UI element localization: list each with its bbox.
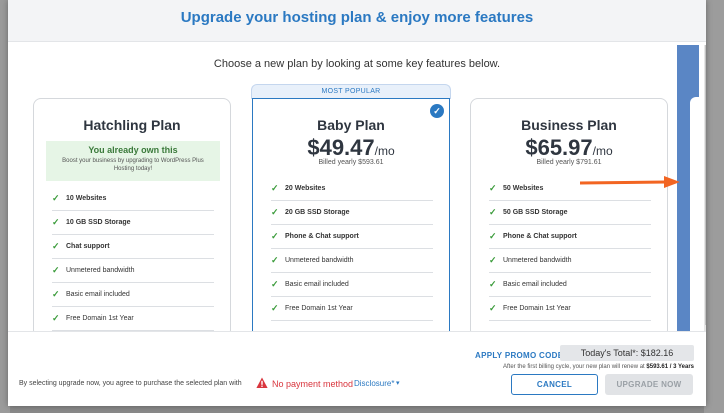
feature-label: Unmetered bandwidth <box>503 257 572 264</box>
check-icon: ✓ <box>271 183 279 193</box>
feature-item: ✓ Unmetered bandwidth <box>271 249 433 273</box>
feature-label: Unmetered bandwidth <box>66 267 135 274</box>
feature-label: Free Domain 1st Year <box>285 305 353 312</box>
feature-item: ✓ Free Domain 1st Year <box>489 297 651 321</box>
plan-card-hatchling[interactable]: Hatchling Plan You already own this Boos… <box>33 98 231 338</box>
price-period: /mo <box>374 144 395 158</box>
feature-item: ✓ 10 GB SSD Storage <box>52 211 214 235</box>
feature-item: ✓ Free Domain 1st Year <box>271 297 433 321</box>
feature-label: Basic email included <box>66 291 130 298</box>
feature-item: ✓ Free Domain 1st Year <box>52 307 214 331</box>
feature-label: Phone & Chat support <box>503 233 577 240</box>
feature-label: Basic email included <box>285 281 349 288</box>
feature-list: ✓ 10 Websites ✓ 10 GB SSD Storage ✓ Chat su… <box>52 187 214 331</box>
renewal-text: After the first billing cycle, your new … <box>502 364 645 370</box>
plan-name: Baby Plan <box>317 117 385 133</box>
renewal-notice: After the first billing cycle, your new … <box>478 364 694 370</box>
check-icon: ✓ <box>52 289 60 299</box>
annotation-arrow-icon <box>580 176 680 188</box>
plan-price: $65.97/mo <box>471 135 667 161</box>
check-icon: ✓ <box>489 279 497 289</box>
renewal-amount: $593.61 / 3 Years <box>646 364 694 370</box>
feature-label: 50 GB SSD Storage <box>503 209 568 216</box>
modal-subtitle: Choose a new plan by looking at some key… <box>213 58 501 70</box>
owned-title: You already own this <box>88 145 178 155</box>
plan-price: $49.47/mo <box>253 135 449 161</box>
feature-label: Phone & Chat support <box>285 233 359 240</box>
check-icon: ✓ <box>489 183 497 193</box>
warning-icon <box>256 377 268 388</box>
cancel-button[interactable]: CANCEL <box>511 374 598 395</box>
price-period: /mo <box>592 144 613 158</box>
check-icon: ✓ <box>271 231 279 241</box>
scrollbar-thumb[interactable] <box>705 45 706 325</box>
feature-label: Free Domain 1st Year <box>66 315 134 322</box>
check-icon: ✓ <box>52 265 60 275</box>
owned-text: Boost your business by upgrading to Word… <box>62 158 204 172</box>
most-popular-tag: MOST POPULAR <box>251 84 451 99</box>
feature-list: ✓ 20 Websites ✓ 20 GB SSD Storage ✓ Phone &… <box>271 177 433 321</box>
billed-yearly: Billed yearly $791.61 <box>536 159 602 166</box>
disclosure-link[interactable]: Disclosure* <box>354 379 394 388</box>
check-icon: ✓ <box>52 241 60 251</box>
feature-item: ✓ Chat support <box>52 235 214 259</box>
modal-title: Upgrade your hosting plan & enjoy more f… <box>180 9 534 26</box>
feature-item: ✓ Basic email included <box>271 273 433 297</box>
check-icon: ✓ <box>489 303 497 313</box>
billed-yearly: Billed yearly $593.61 <box>318 159 384 166</box>
plan-card-baby[interactable]: Baby Plan $49.47/mo Billed yearly $593.6… <box>252 98 450 338</box>
purchase-disclaimer: By selecting upgrade now, you agree to p… <box>19 380 242 387</box>
next-plan-card-peek <box>690 97 704 337</box>
feature-item: ✓ Basic email included <box>52 283 214 307</box>
check-icon: ✓ <box>271 303 279 313</box>
chevron-down-icon[interactable]: ▾ <box>396 379 400 387</box>
feature-item: ✓ Phone & Chat support <box>489 225 651 249</box>
modal-header: Upgrade your hosting plan & enjoy more f… <box>8 0 706 42</box>
plan-name: Business Plan <box>521 117 617 133</box>
feature-label: Basic email included <box>503 281 567 288</box>
background-page-right <box>704 0 724 413</box>
owned-notice: You already own this Boost your business… <box>46 141 220 181</box>
no-payment-method-link[interactable]: No payment method <box>272 379 353 389</box>
check-icon: ✓ <box>489 207 497 217</box>
feature-item: ✓ 20 Websites <box>271 177 433 201</box>
feature-label: 20 Websites <box>285 185 326 192</box>
feature-label: Chat support <box>66 243 110 250</box>
feature-item: ✓ 50 GB SSD Storage <box>489 201 651 225</box>
apply-promo-code-link[interactable]: APPLY PROMO CODE <box>475 351 563 360</box>
feature-label: 20 GB SSD Storage <box>285 209 350 216</box>
upgrade-now-button[interactable]: UPGRADE NOW <box>605 374 693 395</box>
check-icon: ✓ <box>489 231 497 241</box>
feature-item: ✓ Unmetered bandwidth <box>489 249 651 273</box>
feature-item: ✓ Basic email included <box>489 273 651 297</box>
feature-item: ✓ 20 GB SSD Storage <box>271 201 433 225</box>
plan-card-business[interactable]: Business Plan $65.97/mo Billed yearly $7… <box>470 98 668 338</box>
check-icon: ✓ <box>271 255 279 265</box>
feature-label: 10 Websites <box>66 195 107 202</box>
feature-label: 50 Websites <box>503 185 544 192</box>
check-icon: ✓ <box>52 313 60 323</box>
feature-label: Unmetered bandwidth <box>285 257 354 264</box>
price-amount: $65.97 <box>525 135 593 160</box>
check-icon: ✓ <box>271 279 279 289</box>
feature-list: ✓ 50 Websites ✓ 50 GB SSD Storage ✓ Phone &… <box>489 177 651 321</box>
feature-item: ✓ Unmetered bandwidth <box>52 259 214 283</box>
upgrade-modal: Upgrade your hosting plan & enjoy more f… <box>8 0 706 406</box>
check-icon: ✓ <box>271 207 279 217</box>
plan-name: Hatchling Plan <box>83 117 181 133</box>
check-icon: ✓ <box>52 217 60 227</box>
price-amount: $49.47 <box>307 135 375 160</box>
feature-item: ✓ Phone & Chat support <box>271 225 433 249</box>
feature-item: ✓ 10 Websites <box>52 187 214 211</box>
todays-total: Today's Total*: $182.16 <box>560 345 694 361</box>
check-circle-icon: ✓ <box>430 104 444 118</box>
feature-label: Free Domain 1st Year <box>503 305 571 312</box>
check-icon: ✓ <box>52 193 60 203</box>
feature-label: 10 GB SSD Storage <box>66 219 131 226</box>
modal-footer: APPLY PROMO CODE Today's Total*: $182.16… <box>8 331 706 406</box>
check-icon: ✓ <box>489 255 497 265</box>
chevron-right-icon[interactable]: › <box>686 180 700 196</box>
